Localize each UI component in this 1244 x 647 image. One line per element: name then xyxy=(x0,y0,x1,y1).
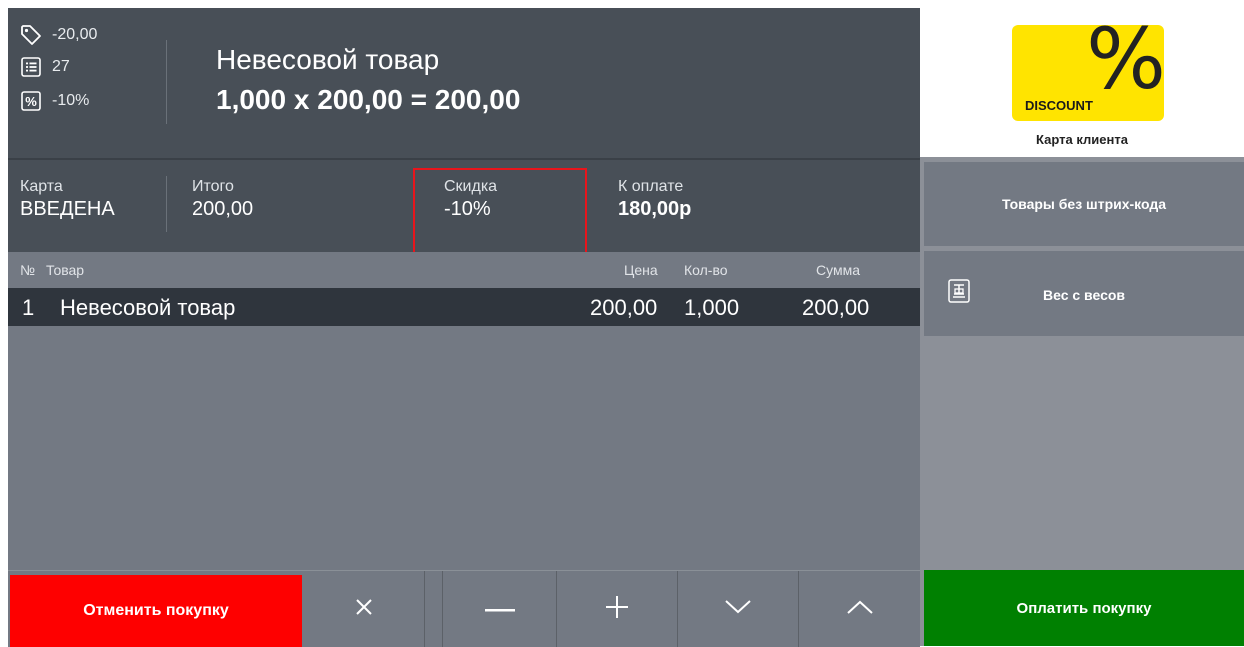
scale-weight-label: Вес с весов xyxy=(1042,287,1126,303)
card-status: Карта ВВЕДЕНА xyxy=(20,178,115,221)
move-down-button[interactable] xyxy=(678,571,798,647)
pos-screen: -20,00 27 % -10% Невесовой товар 1,000 x… xyxy=(0,0,1244,647)
divider xyxy=(424,571,425,647)
card-status-label: Карта xyxy=(20,178,63,195)
card-status-value: ВВЕДЕНА xyxy=(20,198,115,220)
receipt-summary: Карта ВВЕДЕНА Итого 200,00 Скидка -10% К… xyxy=(8,158,920,254)
actions-panel: % DISCOUNT Карта клиента Товары без штри… xyxy=(920,0,1244,646)
percent-icon: % xyxy=(20,90,42,112)
to-pay-value: 180,00р xyxy=(618,198,692,220)
decrease-button[interactable] xyxy=(443,571,556,647)
close-icon xyxy=(355,598,373,621)
price-tag-icon xyxy=(20,24,42,46)
stat-discount-percent: % -10% xyxy=(20,88,89,114)
column-quantity: Кол-во xyxy=(684,262,728,278)
column-number: № xyxy=(20,262,36,278)
move-up-button[interactable] xyxy=(799,571,920,647)
stat-value: -20,00 xyxy=(52,26,98,43)
table-row[interactable]: 1 Невесовой товар 200,00 1,000 200,00 xyxy=(8,288,920,326)
row-sum: 200,00 xyxy=(802,295,870,320)
column-item: Товар xyxy=(46,262,85,278)
svg-text:%: % xyxy=(25,94,37,109)
stat-discount-amount: -20,00 xyxy=(20,22,97,48)
chevron-up-icon xyxy=(846,600,873,619)
divider xyxy=(166,176,167,232)
minus-icon xyxy=(484,600,515,618)
stat-value: -10% xyxy=(52,92,90,109)
total-label: Итого xyxy=(192,178,234,195)
to-pay-label: К оплате xyxy=(618,178,684,195)
row-item: Невесовой товар xyxy=(60,295,236,320)
row-number: 1 xyxy=(22,295,35,320)
row-price: 200,00 xyxy=(590,295,658,320)
discount-card-symbol: % xyxy=(1086,25,1164,108)
customer-card-button[interactable]: % DISCOUNT Карта клиента xyxy=(920,0,1244,157)
row-quantity: 1,000 xyxy=(684,295,740,320)
scale-weight-button[interactable]: Вес с весов xyxy=(924,251,1244,336)
stat-value: 27 xyxy=(52,58,70,75)
to-pay: К оплате 180,00р xyxy=(618,178,691,221)
no-barcode-items-button[interactable]: Товары без штрих-кода xyxy=(924,162,1244,246)
chevron-down-icon xyxy=(725,599,751,619)
stat-count: 27 xyxy=(20,54,70,80)
current-item-title: Невесовой товар xyxy=(216,44,440,75)
current-item-calculation: 1,000 x 200,00 = 200,00 xyxy=(216,84,521,115)
customer-card-label: Карта клиента xyxy=(1036,132,1128,147)
plus-icon xyxy=(605,595,629,624)
total-value: 200,00 xyxy=(192,198,254,220)
discount-card-icon: % DISCOUNT xyxy=(1012,25,1164,121)
pay-purchase-button[interactable]: Оплатить покупку xyxy=(924,570,1244,646)
item-header: -20,00 27 % -10% Невесовой товар 1,000 x… xyxy=(8,8,920,158)
no-barcode-items-label: Товары без штрих-кода xyxy=(1001,196,1167,212)
discount-highlight xyxy=(413,168,587,254)
divider xyxy=(166,40,167,124)
total: Итого 200,00 xyxy=(192,178,253,221)
list-icon xyxy=(20,56,42,78)
bottom-toolbar: Отменить покупку xyxy=(8,570,920,647)
discount-card-text: DISCOUNT xyxy=(1025,98,1093,113)
delete-button[interactable] xyxy=(304,571,424,647)
cancel-purchase-button[interactable]: Отменить покупку xyxy=(10,575,302,647)
column-sum: Сумма xyxy=(816,262,860,278)
receipt-panel: -20,00 27 % -10% Невесовой товар 1,000 x… xyxy=(8,8,920,647)
column-price: Цена xyxy=(624,262,658,278)
table-header: № Товар Цена Кол-во Сумма xyxy=(8,252,920,288)
increase-button[interactable] xyxy=(557,571,677,647)
